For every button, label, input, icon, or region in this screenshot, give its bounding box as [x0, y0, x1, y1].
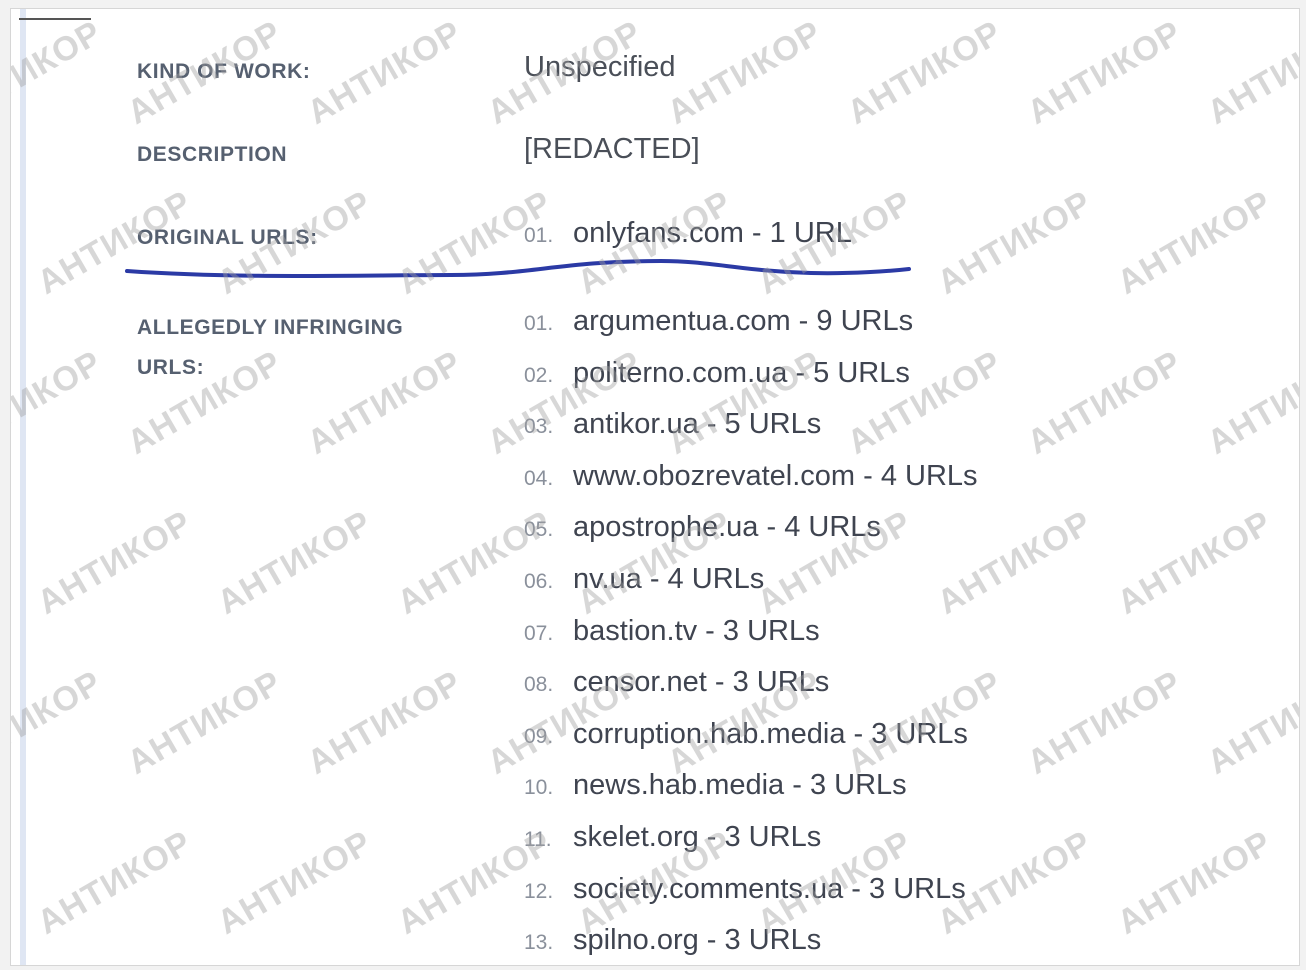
watermark-text: АНТИКОР: [301, 663, 469, 782]
list-item: 02. politerno.com.ua - 5 URLs: [524, 357, 978, 409]
original-url-text: onlyfans.com - 1 URL: [573, 217, 852, 249]
description-label: DESCRIPTION: [137, 143, 288, 166]
list-item-text: censor.net - 3 URLs: [573, 666, 830, 699]
top-divider: [19, 18, 91, 20]
watermark-text: АНТИКОР: [1111, 183, 1279, 302]
list-item-text: corruption.hab.media - 3 URLs: [573, 717, 968, 750]
watermark-text: АНТИКОР: [841, 13, 1009, 132]
list-item: 08. censor.net - 3 URLs: [524, 666, 978, 718]
watermark-text: АНТИКОР: [1021, 343, 1189, 462]
list-item: 05. apostrophe.ua - 4 URLs: [524, 511, 978, 563]
list-item: 11. skelet.org - 3 URLs: [524, 821, 978, 873]
list-item: 03. antikor.ua - 5 URLs: [524, 408, 978, 460]
infringing-urls-label-line2: URLS:: [137, 356, 205, 379]
list-item-number: 12.: [524, 879, 554, 903]
watermark-text: АНТИКОР: [1201, 13, 1300, 132]
list-item: 06. nv.ua - 4 URLs: [524, 563, 978, 615]
left-border-rule: [20, 9, 26, 965]
original-url-number: 01.: [524, 224, 554, 247]
document-frame: KIND OF WORK: Unspecified DESCRIPTION [R…: [10, 8, 1300, 966]
kind-of-work-value: Unspecified: [524, 51, 676, 83]
list-item-text: spilno.org - 3 URLs: [573, 924, 822, 957]
handdrawn-underline: [125, 258, 911, 278]
original-url-item: 01. onlyfans.com - 1 URL: [524, 217, 852, 250]
list-item-number: 13.: [524, 931, 554, 955]
watermark-text: АНТИКОР: [211, 823, 379, 942]
infringing-url-list: 01. argumentua.com - 9 URLs 02. politerno.…: [524, 305, 978, 965]
list-item-number: 07.: [524, 621, 554, 645]
watermark-text: АНТИКОР: [301, 13, 469, 132]
watermark-text: АНТИКОР: [1111, 503, 1279, 622]
list-item-number: 11.: [524, 827, 552, 851]
list-item-text: society.comments.ua - 3 URLs: [573, 872, 966, 905]
list-item-text: argumentua.com - 9 URLs: [573, 305, 914, 337]
watermark-text: АНТИКОР: [1021, 663, 1189, 782]
list-item-text: apostrophe.ua - 4 URLs: [573, 511, 881, 544]
description-value: [REDACTED]: [524, 133, 700, 165]
list-item-number: 04.: [524, 466, 554, 490]
list-item-number: 08.: [524, 673, 554, 697]
watermark-text: АНТИКОР: [931, 183, 1099, 302]
list-item-text: skelet.org - 3 URLs: [573, 820, 822, 853]
watermark-text: АНТИКОР: [1201, 343, 1300, 462]
watermark-text: АНТИКОР: [31, 503, 199, 622]
list-item-text: www.obozrevatel.com - 4 URLs: [573, 459, 978, 492]
watermark-text: АНТИКОР: [661, 13, 829, 132]
watermark-text: АНТИКОР: [1021, 13, 1189, 132]
list-item-text: politerno.com.ua - 5 URLs: [573, 356, 910, 389]
list-item-text: nv.ua - 4 URLs: [573, 562, 765, 595]
list-item: 09. corruption.hab.media - 3 URLs: [524, 718, 978, 770]
list-item: 04. www.obozrevatel.com - 4 URLs: [524, 460, 978, 512]
list-item: 07. bastion.tv - 3 URLs: [524, 615, 978, 667]
list-item-text: antikor.ua - 5 URLs: [573, 408, 822, 441]
list-item-number: 09.: [524, 724, 554, 748]
list-item-number: 10.: [524, 776, 554, 800]
list-item: 13. spilno.org - 3 URLs: [524, 924, 978, 965]
list-item-text: news.hab.media - 3 URLs: [573, 769, 907, 802]
list-item-number: 06.: [524, 569, 554, 593]
kind-of-work-label: KIND OF WORK:: [137, 60, 311, 83]
list-item-number: 05.: [524, 518, 554, 542]
watermark-text: АНТИКОР: [31, 823, 199, 942]
list-item-text: bastion.tv - 3 URLs: [573, 614, 820, 647]
watermark-text: АНТИКОР: [1201, 663, 1300, 782]
list-item: 12. society.comments.ua - 3 URLs: [524, 873, 978, 925]
infringing-urls-label-line1: ALLEGEDLY INFRINGING: [137, 316, 404, 339]
list-item-number: 01.: [524, 312, 554, 335]
list-item-number: 03.: [524, 415, 554, 439]
watermark-text: АНТИКОР: [301, 343, 469, 462]
watermark-text: АНТИКОР: [121, 663, 289, 782]
watermark-text: АНТИКОР: [1111, 823, 1279, 942]
list-item-number: 02.: [524, 363, 554, 387]
list-item: 10. news.hab.media - 3 URLs: [524, 769, 978, 821]
watermark-text: АНТИКОР: [211, 503, 379, 622]
list-item: 01. argumentua.com - 9 URLs: [524, 305, 978, 357]
